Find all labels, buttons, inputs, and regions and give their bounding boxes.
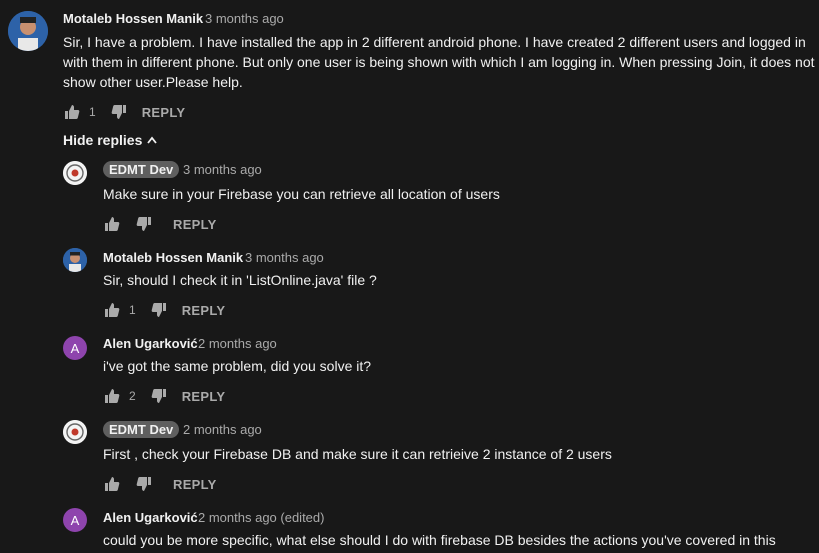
comment-text: Sir, I have a problem. I have installed … (63, 34, 815, 90)
reply-text: Sir, should I check it in 'ListOnline.ja… (103, 272, 377, 288)
reply-button[interactable]: REPLY (173, 217, 217, 232)
thumbs-up-icon[interactable] (103, 387, 121, 405)
avatar[interactable] (63, 420, 87, 444)
reply-author[interactable]: Alen Ugarković (103, 510, 198, 525)
reply-author[interactable]: Motaleb Hossen Manik (103, 250, 243, 265)
reply-button[interactable]: REPLY (182, 303, 226, 318)
thumbs-up-icon[interactable] (103, 301, 121, 319)
thumbs-down-icon[interactable] (110, 103, 128, 121)
avatar[interactable]: A (63, 508, 87, 532)
thumbs-down-icon[interactable] (150, 301, 168, 319)
reply-author[interactable]: Alen Ugarković (103, 336, 198, 351)
avatar[interactable] (63, 248, 87, 272)
avatar[interactable] (63, 161, 87, 185)
thumbs-down-icon[interactable] (135, 475, 153, 493)
avatar-letter: A (70, 512, 80, 528)
user-photo-icon (8, 11, 48, 51)
thumbs-down-icon[interactable] (150, 387, 168, 405)
avatar[interactable]: A (63, 336, 87, 360)
reply-author[interactable]: EDMT Dev (103, 421, 180, 438)
reply-actions: REPLY (103, 214, 217, 234)
reply-text: could you be more specific, what else sh… (103, 532, 776, 548)
reply-text: First , check your Firebase DB and make … (103, 446, 612, 462)
comment-time[interactable]: 3 months ago (205, 11, 284, 26)
like-count: 2 (129, 389, 136, 403)
edmt-logo-icon (63, 161, 87, 185)
reply-time[interactable]: 2 months ago (183, 422, 262, 437)
reply-author[interactable]: EDMT Dev (103, 161, 180, 178)
avatar-letter: A (70, 340, 80, 356)
reply-text: Make sure in your Firebase you can retri… (103, 186, 500, 202)
avatar[interactable] (8, 11, 48, 51)
thumbs-up-icon[interactable] (103, 215, 121, 233)
comment-author[interactable]: Motaleb Hossen Manik (63, 11, 203, 26)
thumbs-up-icon[interactable] (63, 103, 81, 121)
reply-text: i've got the same problem, did you solve… (103, 358, 372, 374)
thumbs-up-icon[interactable] (103, 475, 121, 493)
reply-time[interactable]: 3 months ago (245, 250, 324, 265)
reply-button[interactable]: REPLY (142, 105, 186, 120)
like-count: 1 (89, 105, 96, 119)
chevron-up-icon (146, 131, 158, 149)
reply-time[interactable]: 2 months ago (198, 336, 277, 351)
reply-actions: 1 REPLY (103, 300, 225, 320)
hide-replies-label: Hide replies (63, 132, 143, 148)
comment-actions: 1 REPLY (63, 102, 185, 122)
hide-replies-button[interactable]: Hide replies (63, 131, 158, 149)
edmt-logo-icon (63, 420, 87, 444)
like-count: 1 (129, 303, 136, 317)
reply-time[interactable]: 3 months ago (183, 162, 262, 177)
reply-button[interactable]: REPLY (182, 389, 226, 404)
reply-actions: 2 REPLY (103, 386, 225, 406)
reply-actions: REPLY (103, 474, 217, 494)
thumbs-down-icon[interactable] (135, 215, 153, 233)
reply-button[interactable]: REPLY (173, 477, 217, 492)
reply-time[interactable]: 2 months ago (edited) (198, 510, 324, 525)
user-photo-icon (63, 248, 87, 272)
